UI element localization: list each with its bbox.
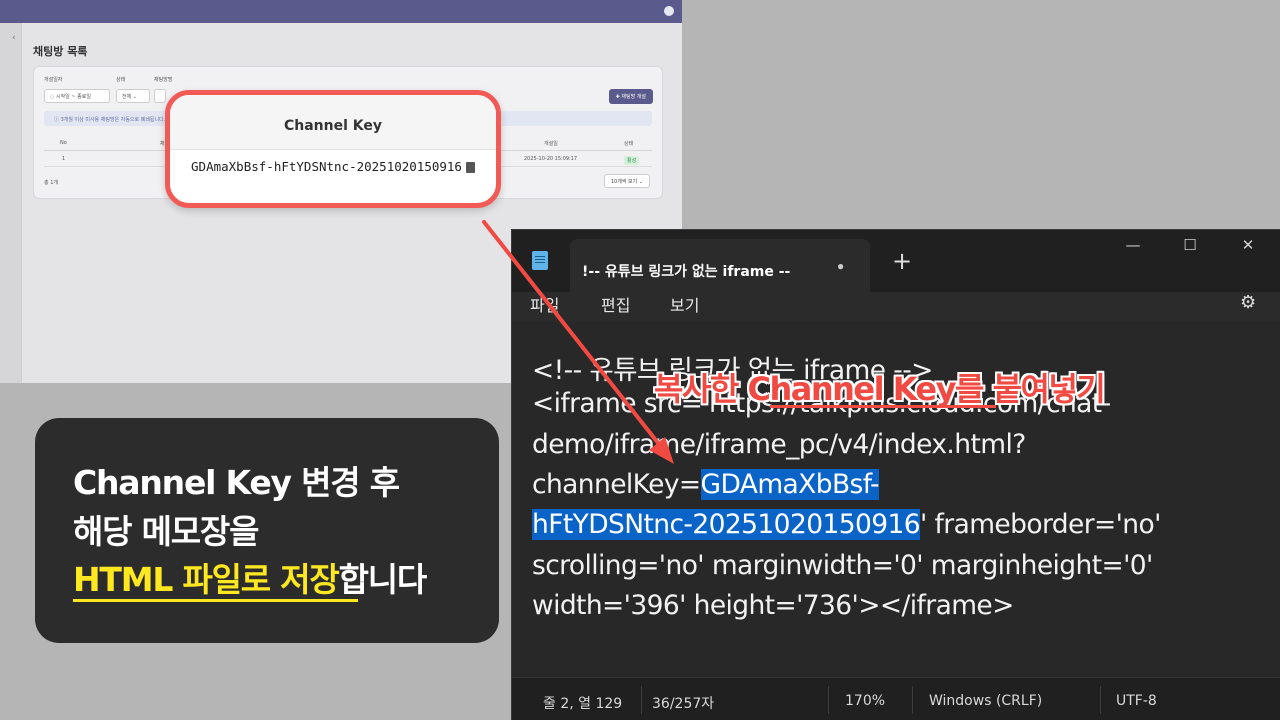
popup-title: Channel Key — [170, 95, 496, 150]
line-ending[interactable]: Windows (CRLF) — [929, 693, 1042, 709]
selected-text: hFtYDSNtnc-20251020150916 — [532, 509, 921, 540]
unsaved-dot-icon[interactable]: ● — [837, 259, 844, 273]
notepad-window: !-- 유튜브 링크가 없는 iframe -- ● + — ☐ ✕ 파일 편집… — [511, 229, 1280, 720]
close-button[interactable]: ✕ — [1228, 236, 1268, 260]
instruction-line-1: Channel Key 변경 후 — [73, 463, 400, 502]
instruction-rest: 합니다 — [338, 560, 428, 599]
code-line-4: channelKey=GDAmaXbBsf- — [532, 469, 880, 500]
code-line-5: hFtYDSNtnc-20251020150916' frameborder='… — [532, 509, 1161, 540]
filter-label-name: 채팅방명 — [154, 77, 173, 83]
notepad-icon — [532, 251, 548, 270]
paste-callout: 복사한 Channel Key를 붙여넣기 — [654, 370, 1106, 408]
filter-label-date: 개설일자 — [44, 77, 63, 83]
channel-key-popup: Channel Key GDAmaXbBsf-hFtYDSNtnc-202510… — [165, 90, 501, 208]
status-divider — [828, 686, 829, 714]
code-line-6: scrolling='no' marginwidth='0' marginhei… — [532, 550, 1153, 581]
new-tab-button[interactable]: + — [892, 247, 912, 275]
notepad-tab[interactable]: !-- 유튜브 링크가 없는 iframe -- ● — [570, 239, 870, 292]
tab-title: !-- 유튜브 링크가 없는 iframe -- — [582, 264, 791, 280]
instruction-panel: Channel Key 변경 후 해당 메모장을 HTML 파일로 저장합니다 — [35, 418, 499, 643]
status-divider — [1100, 686, 1101, 714]
page-title: 채팅방 목록 — [33, 45, 88, 58]
notepad-statusbar: 줄 2, 열 129 36/257자 170% Windows (CRLF) U… — [512, 677, 1280, 720]
code-line-3: demo/iframe/iframe_pc/v4/index.html? — [532, 429, 1026, 460]
char-count: 36/257자 — [652, 696, 715, 712]
notepad-titlebar: !-- 유튜브 링크가 없는 iframe -- ● + — ☐ ✕ — [512, 230, 1280, 292]
chat-name-input[interactable] — [154, 89, 166, 103]
row-created: 2025-10-20 15:09:17 — [524, 156, 578, 162]
encoding[interactable]: UTF-8 — [1116, 693, 1157, 709]
highlight-underline — [73, 599, 358, 602]
status-divider — [641, 686, 642, 714]
row-no: 1 — [62, 156, 66, 162]
menu-edit[interactable]: 편집 — [601, 292, 630, 316]
user-icon[interactable] — [664, 6, 674, 16]
col-status: 상태 — [624, 141, 634, 147]
code-line-7: width='396' height='736'></iframe> — [532, 590, 1014, 621]
channel-key-value: GDAmaXbBsf-hFtYDSNtnc-20251020150916 — [191, 159, 462, 174]
per-page-select[interactable]: 10개씩 보기 ⌄ — [603, 174, 650, 188]
menu-view[interactable]: 보기 — [670, 292, 699, 316]
status-badge: 활성 — [624, 156, 640, 165]
col-created: 개설일 — [544, 141, 558, 147]
maximize-button[interactable]: ☐ — [1170, 236, 1210, 260]
instruction-highlight: HTML 파일로 저장 — [73, 560, 340, 599]
col-name: 채 — [160, 141, 165, 147]
status-divider — [912, 686, 913, 714]
settings-gear-icon[interactable]: ⚙ — [1240, 292, 1256, 313]
filter-label-status: 상태 — [116, 77, 126, 83]
app-topbar — [0, 0, 682, 23]
total-count: 총 1개 — [44, 180, 58, 186]
collapse-icon[interactable]: ‹ — [12, 33, 16, 43]
callout-underline — [770, 405, 996, 408]
code-line-5-suffix: ' frameborder='no' — [920, 509, 1161, 540]
status-select[interactable]: 전체 ⌄ — [116, 89, 150, 103]
cursor-position: 줄 2, 열 129 — [543, 696, 623, 712]
instruction-line-3: HTML 파일로 저장합니다 — [73, 553, 428, 601]
notepad-menubar: 파일 편집 보기 ⚙ — [512, 292, 1280, 322]
create-chatroom-button[interactable]: ✚ 채팅방 개설 — [608, 89, 653, 104]
selected-text: GDAmaXbBsf- — [700, 469, 880, 500]
app-sidebar: ‹ — [0, 23, 22, 383]
instruction-line-2: 해당 메모장을 — [73, 512, 259, 551]
code-line-4-prefix: channelKey= — [532, 469, 701, 500]
menu-file[interactable]: 파일 — [530, 292, 559, 316]
date-range-input[interactable]: ◌ 시작일 ~ 종료일 — [44, 89, 110, 103]
channel-key-row: GDAmaXbBsf-hFtYDSNtnc-20251020150916 — [170, 159, 496, 174]
col-no: No — [60, 140, 67, 146]
minimize-button[interactable]: — — [1113, 236, 1153, 260]
zoom-level[interactable]: 170% — [845, 693, 885, 709]
copy-icon[interactable] — [465, 162, 475, 173]
